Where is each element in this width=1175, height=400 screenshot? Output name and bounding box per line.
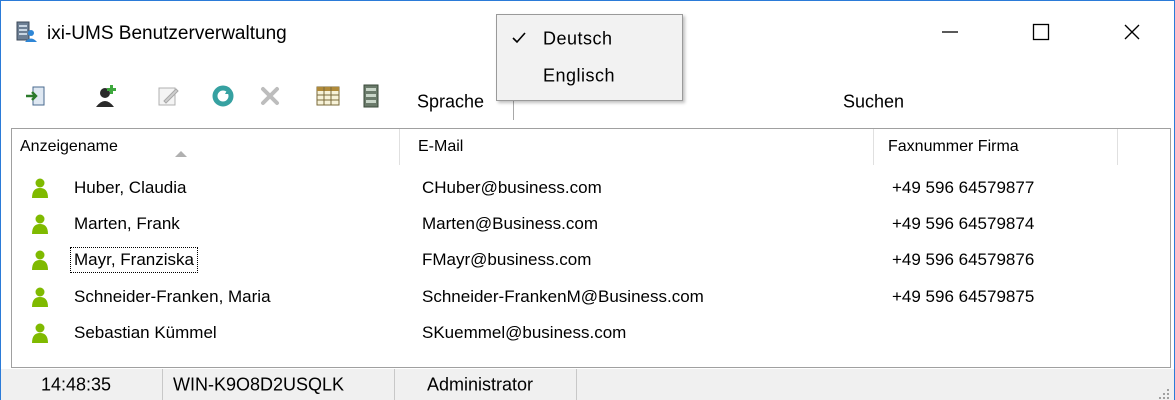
row-email: FMayr@business.com	[422, 250, 592, 269]
refresh-icon	[211, 84, 235, 113]
row-name: Huber, Claudia	[74, 178, 187, 197]
toolbar-separator	[303, 81, 304, 115]
status-user: Administrator	[427, 374, 534, 395]
row-email: SKuemmel@business.com	[422, 323, 627, 342]
row-name: Sebastian Kümmel	[74, 323, 217, 342]
window-title: ixi-UMS Benutzerverwaltung	[47, 23, 287, 44]
search-input[interactable]	[936, 84, 1171, 116]
row-name: Mayr, Franziska	[70, 247, 198, 273]
column-header-label: E-Mail	[418, 138, 464, 155]
row-fax: +49 596 64579875	[892, 287, 1035, 306]
checkmark-icon	[511, 30, 527, 46]
status-host-cell: WIN-K9O8D2USQLK	[163, 369, 395, 400]
status-time-cell: 14:48:35	[1, 369, 163, 400]
user-icon	[32, 214, 48, 234]
user-icon	[32, 178, 48, 198]
logout-button[interactable]	[21, 84, 49, 112]
toolbar-separator	[128, 81, 129, 115]
delete-button[interactable]	[256, 84, 284, 112]
language-menu: Deutsch Englisch	[496, 14, 683, 101]
minimize-button[interactable]	[927, 17, 973, 51]
close-button[interactable]	[1109, 17, 1155, 51]
server-button[interactable]	[357, 84, 385, 112]
edit-user-icon	[157, 84, 181, 113]
row-email: Marten@Business.com	[422, 214, 598, 233]
toolbar-separator	[13, 81, 14, 115]
row-email: CHuber@business.com	[422, 178, 602, 197]
refresh-button[interactable]	[209, 84, 237, 112]
table-row[interactable]: Marten, Frank Marten@Business.com +49 59…	[12, 207, 1170, 241]
maximize-icon	[1031, 22, 1051, 47]
status-bar: 14:48:35 WIN-K9O8D2USQLK Administrator	[1, 369, 1174, 400]
toolbar-separator	[57, 81, 58, 115]
server-user-icon	[15, 21, 37, 43]
column-header-email[interactable]: E-Mail	[410, 129, 874, 165]
language-menu-label: Deutsch	[543, 28, 613, 49]
delete-icon	[259, 85, 281, 112]
column-header-label: Anzeigename	[20, 138, 118, 155]
close-icon	[1122, 22, 1142, 47]
sprache-label: Sprache	[417, 91, 485, 112]
row-name: Schneider-Franken, Maria	[74, 287, 271, 306]
row-fax: +49 596 64579874	[892, 214, 1035, 233]
add-user-icon	[95, 84, 119, 113]
minimize-icon	[940, 22, 960, 47]
toolbar-separator	[831, 81, 832, 115]
user-icon	[32, 250, 48, 270]
search-label: Suchen	[843, 91, 905, 112]
table-row[interactable]: Sebastian Kümmel SKuemmel@business.com	[12, 316, 1170, 350]
table-row[interactable]: Huber, Claudia CHuber@business.com +49 5…	[12, 171, 1170, 205]
resize-grip-icon[interactable]	[1158, 385, 1170, 399]
row-fax: +49 596 64579877	[892, 178, 1035, 197]
toolbar-separator	[85, 81, 86, 115]
row-fax: +49 596 64579876	[892, 250, 1035, 269]
toolbar-separator	[200, 81, 201, 115]
columns-icon	[316, 85, 340, 112]
sort-ascending-icon	[174, 143, 188, 157]
user-icon	[32, 287, 48, 307]
table-row[interactable]: Mayr, Franziska FMayr@business.com +49 5…	[12, 243, 1170, 277]
language-menu-item-englisch[interactable]: Englisch	[497, 58, 682, 94]
language-menu-item-deutsch[interactable]: Deutsch	[497, 21, 682, 57]
logout-icon	[24, 85, 46, 112]
row-email: Schneider-FrankenM@Business.com	[422, 287, 704, 306]
column-header-anzeigename[interactable]: Anzeigename	[12, 129, 400, 165]
language-menu-label: Englisch	[543, 65, 616, 86]
add-user-button[interactable]	[93, 84, 121, 112]
column-header-label: Faxnummer Firma	[888, 138, 1019, 155]
status-user-cell: Administrator	[395, 369, 577, 400]
columns-button[interactable]	[314, 84, 342, 112]
table-row[interactable]: Schneider-Franken, Maria Schneider-Frank…	[12, 280, 1170, 314]
edit-user-button[interactable]	[155, 84, 183, 112]
user-icon	[32, 323, 48, 343]
app-window: ixi-UMS Benutzerverwaltung Sprache Suche…	[0, 0, 1175, 400]
status-host: WIN-K9O8D2USQLK	[173, 374, 345, 395]
row-name: Marten, Frank	[74, 214, 180, 233]
user-list[interactable]: Anzeigename E-Mail Faxnummer Firma Huber…	[11, 128, 1171, 368]
server-icon	[362, 84, 380, 113]
column-header-faxnummer[interactable]: Faxnummer Firma	[880, 129, 1118, 165]
maximize-button[interactable]	[1018, 17, 1064, 51]
status-time: 14:48:35	[41, 374, 112, 395]
